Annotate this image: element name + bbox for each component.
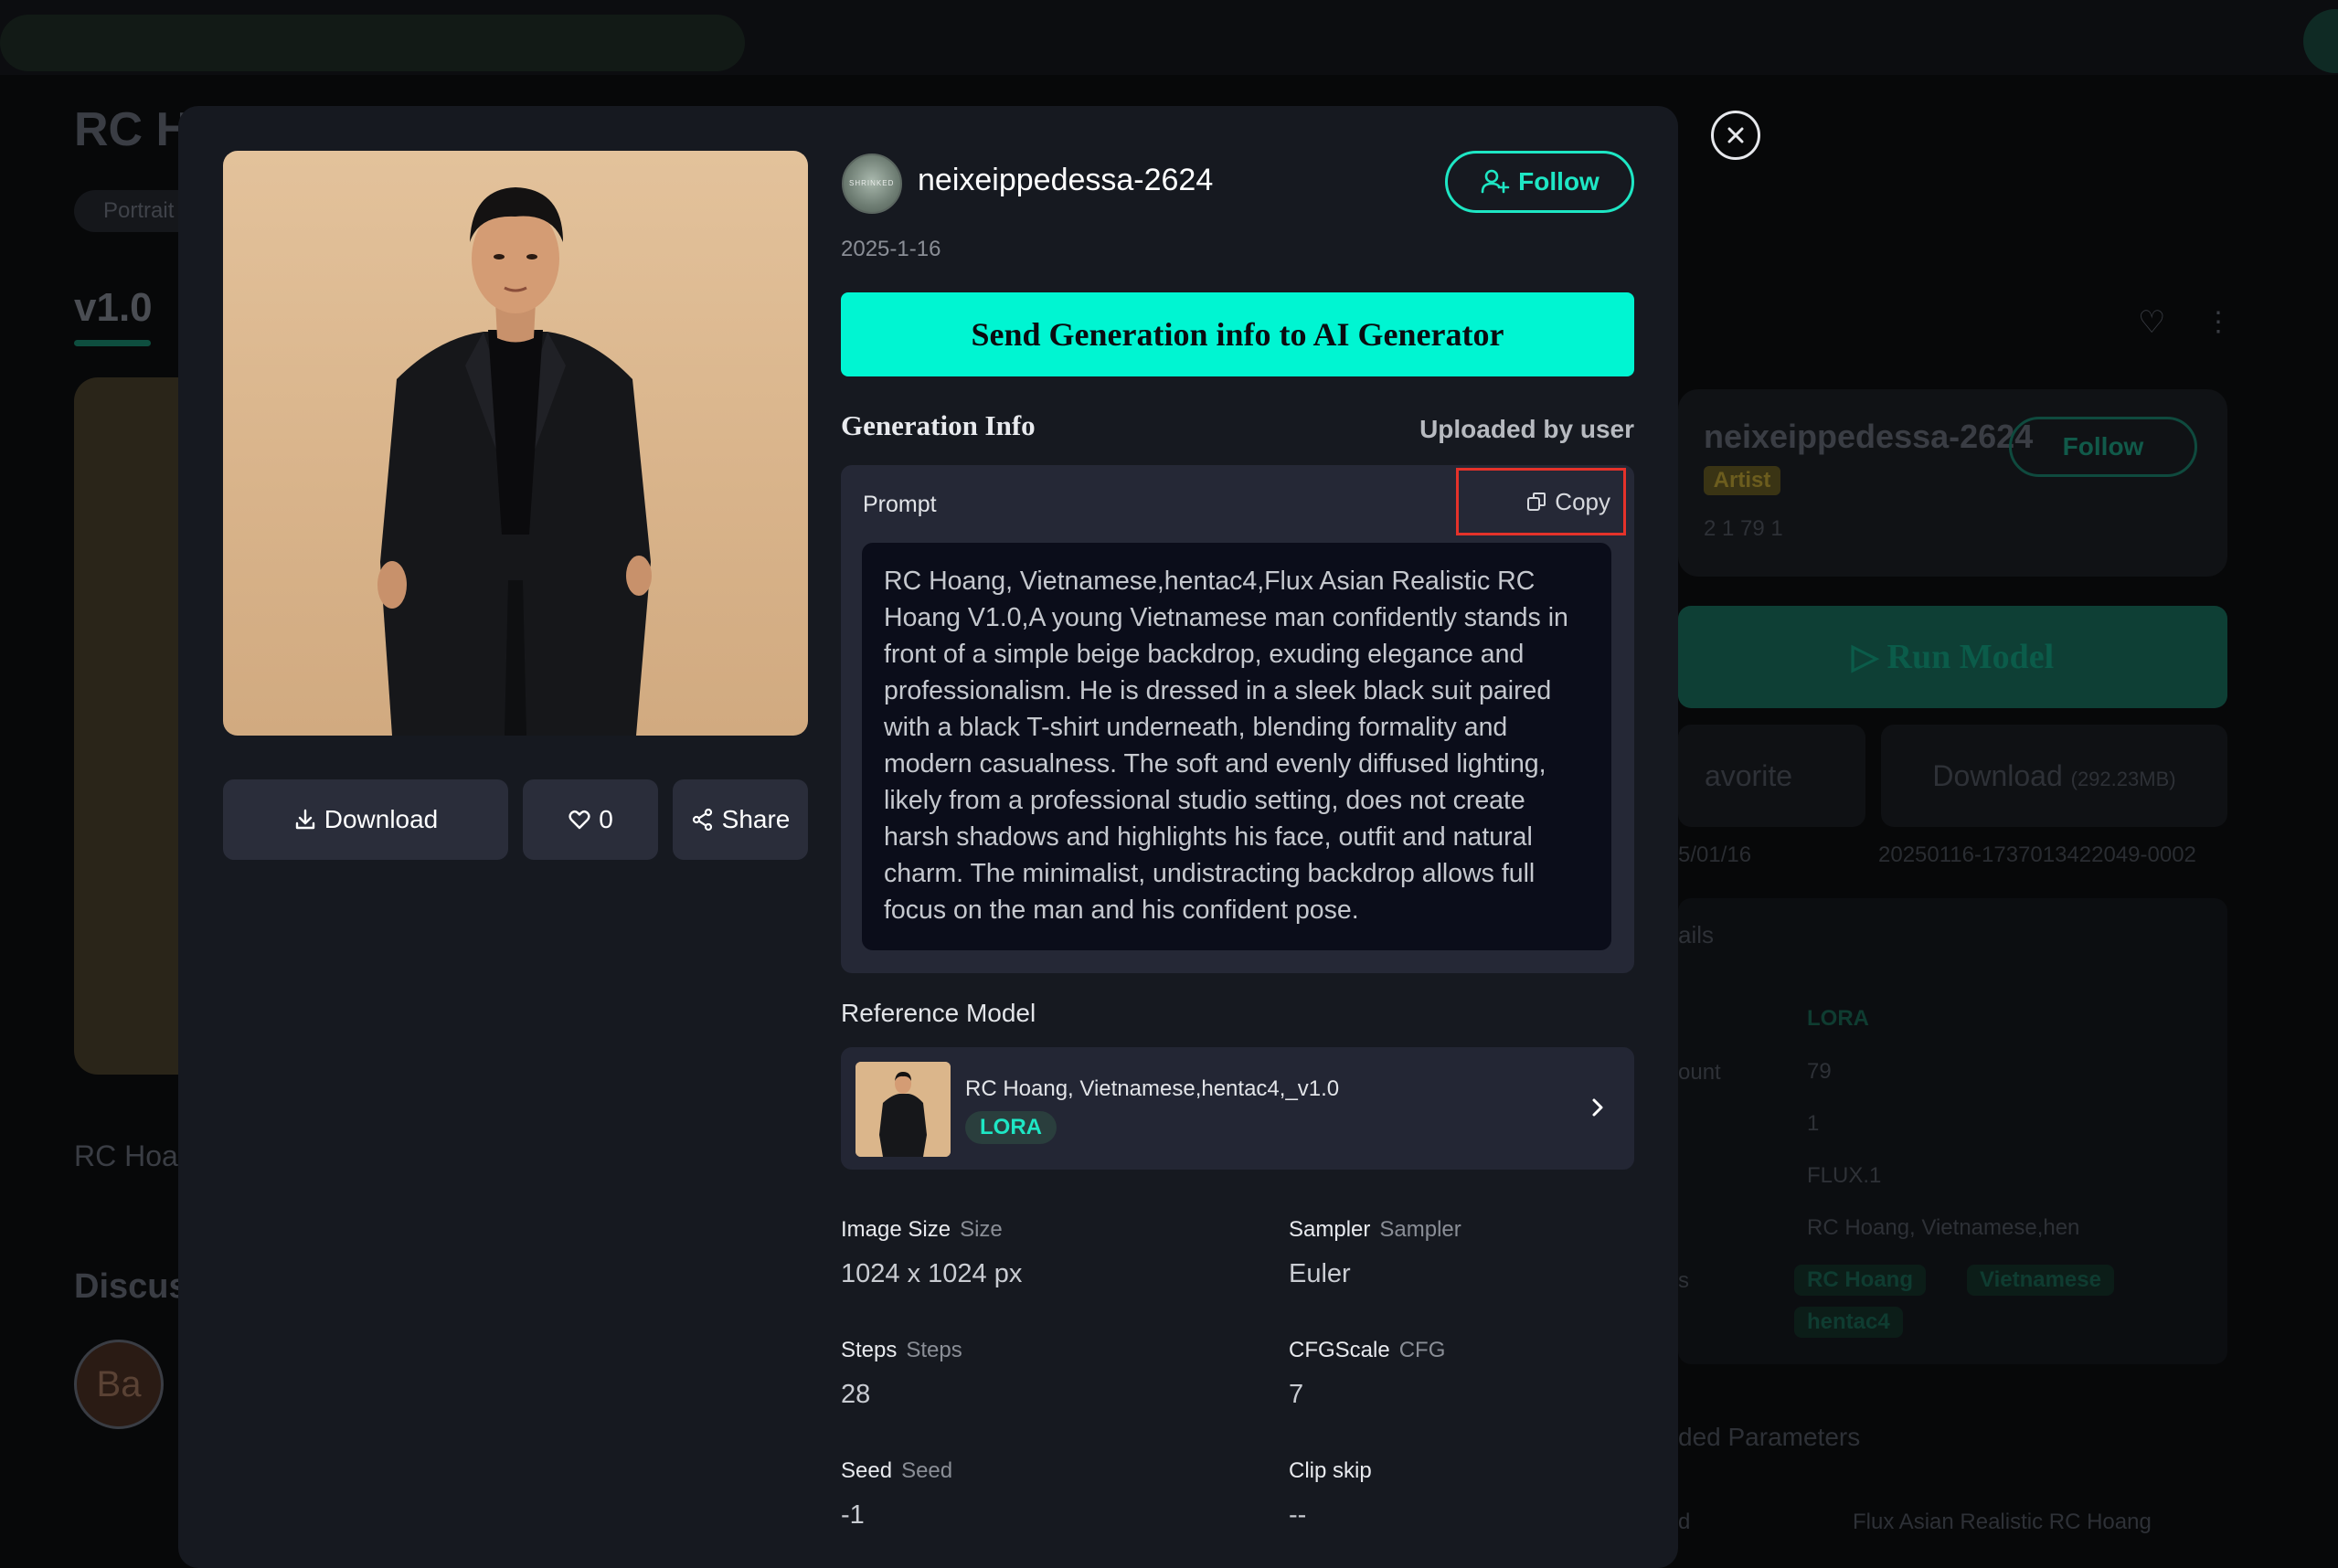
reference-model-type-badge: LORA <box>965 1111 1057 1144</box>
bg-more-icon: ⋮ <box>2205 307 2232 337</box>
share-label: Share <box>721 805 791 833</box>
bg-advanced-heading: ded Parameters <box>1678 1423 1861 1451</box>
share-icon <box>692 808 712 832</box>
generated-image[interactable] <box>223 151 808 736</box>
bg-advanced-item: Flux Asian Realistic RC Hoang <box>1853 1510 2152 1534</box>
bg-file-id: 20250116-1737013422049-0002 <box>1878 842 2196 867</box>
copy-label: Copy <box>1555 487 1610 515</box>
bg-details-heading: ails <box>1678 921 1715 948</box>
param-cfgscale-value: 7 <box>1289 1380 1304 1409</box>
uploaded-by-label: Uploaded by user <box>1419 415 1634 443</box>
bg-page-title: RC H <box>74 103 191 156</box>
bg-tag: Vietnamese <box>1967 1265 2114 1296</box>
bg-date: 5/01/16 <box>1678 842 1752 867</box>
send-to-generator-button[interactable]: Send Generation info to AI Generator <box>841 292 1634 376</box>
bg-details-value: 1 <box>1807 1111 1820 1136</box>
bg-tag: hentac4 <box>1794 1307 1903 1338</box>
param-image-size-label: Image Size Size <box>841 1217 1003 1242</box>
download-image-button[interactable]: Download <box>223 779 508 860</box>
like-count: 0 <box>599 805 613 833</box>
bg-heart-icon: ♡ <box>2138 305 2166 340</box>
bg-version-tab: v1.0 <box>74 285 153 330</box>
bg-comment-avatar: Ba <box>74 1340 164 1429</box>
download-icon <box>295 809 314 830</box>
bg-tag: RC Hoang <box>1794 1265 1926 1296</box>
bg-artist-stats: 2 1 79 1 <box>1704 516 1783 541</box>
param-steps-label: Steps Steps <box>841 1338 962 1362</box>
bg-advanced-label: d <box>1678 1510 1691 1534</box>
follow-label: Follow <box>1518 167 1599 196</box>
bg-details-value: FLUX.1 <box>1807 1163 1882 1188</box>
close-modal-button[interactable] <box>1711 111 1760 160</box>
share-button[interactable]: Share <box>673 779 808 860</box>
param-seed-label: Seed Seed <box>841 1458 953 1483</box>
param-clip-skip-value: -- <box>1289 1500 1307 1530</box>
prompt-text[interactable]: RC Hoang, Vietnamese,hentac4,Flux Asian … <box>862 543 1611 950</box>
bg-model-subtitle: RC Hoa <box>74 1139 178 1172</box>
param-cfgscale-label: CFGScale CFG <box>1289 1338 1446 1362</box>
follow-button[interactable]: Follow <box>1445 151 1634 213</box>
bg-discussion-heading: Discus <box>74 1267 188 1306</box>
copy-icon <box>1527 493 1546 511</box>
post-date: 2025-1-16 <box>841 237 941 261</box>
bg-details-row-label: s <box>1678 1268 1689 1293</box>
close-icon <box>1727 127 1744 143</box>
portrait-illustration <box>377 187 652 736</box>
bg-version-underline <box>74 340 151 346</box>
bg-download-button: Download (292.23MB) <box>1881 725 2227 827</box>
copy-prompt-button[interactable]: Copy <box>1456 468 1626 535</box>
reference-model-title: RC Hoang, Vietnamese,hentac4,_v1.0 <box>965 1076 1340 1101</box>
bg-favorite-button: avorite <box>1678 725 1865 827</box>
reference-model-card[interactable]: RC Hoang, Vietnamese,hentac4,_v1.0 LORA <box>841 1047 1634 1170</box>
prompt-label: Prompt <box>863 492 937 517</box>
bg-artist-name: neixeippedessa-2624 <box>1704 418 2034 455</box>
param-sampler-value: Euler <box>1289 1259 1351 1288</box>
download-label: Download <box>324 805 439 833</box>
username[interactable]: neixeippedessa-2624 <box>918 163 1213 198</box>
reference-model-label: Reference Model <box>841 999 1036 1027</box>
param-clip-skip-label: Clip skip <box>1289 1458 1372 1483</box>
bg-details-value: LORA <box>1807 1006 1869 1031</box>
bg-details-value: 79 <box>1807 1059 1832 1084</box>
bg-details-row-label: ount <box>1678 1060 1721 1085</box>
param-steps-value: 28 <box>841 1380 871 1409</box>
param-image-size-value: 1024 x 1024 px <box>841 1259 1023 1288</box>
chevron-right-icon <box>1592 1098 1603 1117</box>
param-sampler-label: Sampler Sampler <box>1289 1217 1461 1242</box>
bg-artist-badge: Artist <box>1704 466 1780 495</box>
like-button[interactable]: 0 <box>523 779 658 860</box>
bg-details-value: RC Hoang, Vietnamese,hen <box>1807 1215 2080 1240</box>
heart-icon <box>569 810 590 830</box>
param-seed-value: -1 <box>841 1500 865 1530</box>
bg-run-model-button: ▷ Run Model <box>1678 606 2227 708</box>
user-avatar[interactable]: SHRINKED <box>842 154 902 214</box>
reference-model-thumbnail <box>855 1062 951 1157</box>
bg-details-panel <box>1678 898 2227 1364</box>
user-plus-icon <box>1481 169 1510 194</box>
generation-info-title: Generation Info <box>841 409 1036 441</box>
top-search-bar <box>0 15 745 71</box>
bg-follow-button: Follow <box>2009 417 2197 477</box>
